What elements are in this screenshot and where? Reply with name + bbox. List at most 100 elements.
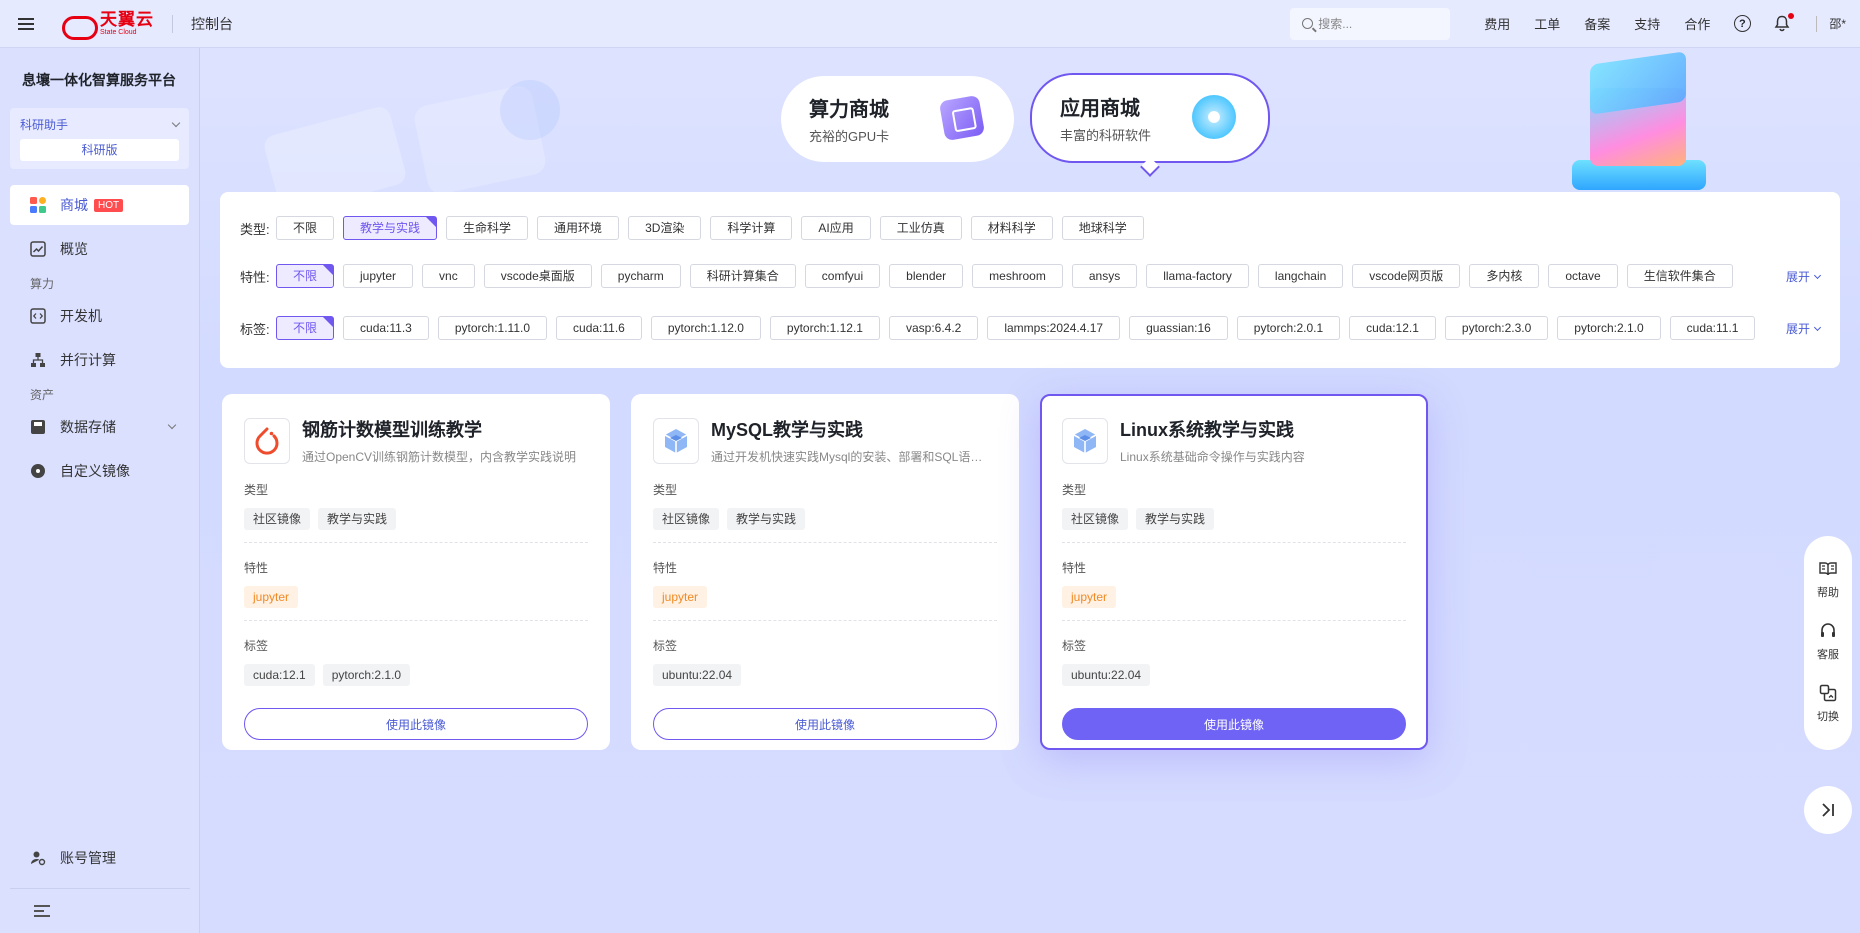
image-card[interactable]: 钢筋计数模型训练教学 通过OpenCV训练钢筋计数模型，内含教学实践说明 类型 … (222, 394, 610, 750)
menu-icon[interactable] (0, 0, 52, 48)
card-title: MySQL教学与实践 (711, 420, 864, 440)
type-tag: 社区镜像 (1062, 508, 1129, 530)
section-label: 类型 (1062, 483, 1087, 497)
filter-tag[interactable]: 多内核 (1469, 264, 1540, 288)
sidebar-item-label: 商城 (60, 197, 88, 213)
sidebar-item-label: 概览 (60, 241, 88, 257)
image-card[interactable]: MySQL教学与实践 通过开发机快速实践Mysql的安装、部署和SQL语句操作 … (631, 394, 1019, 750)
filter-tag[interactable]: ansys (1071, 264, 1138, 288)
account-label: 账号管理 (60, 850, 116, 866)
use-image-button[interactable]: 使用此镜像 (1062, 708, 1406, 740)
sidebar-item-parallel[interactable]: 并行计算 (10, 340, 189, 380)
filter-tag[interactable]: 通用环境 (537, 216, 620, 240)
filter-tag[interactable]: pytorch:2.0.1 (1236, 316, 1341, 340)
filter-tag[interactable]: 工业仿真 (879, 216, 962, 240)
filter-tag[interactable]: lammps:2024.4.17 (987, 316, 1121, 340)
filter-tag[interactable]: pytorch:1.12.1 (769, 316, 880, 340)
sidebar-item-custom-image[interactable]: 自定义镜像 (10, 451, 189, 491)
feature-tag: jupyter (244, 586, 299, 608)
sidebar-item-storage[interactable]: 数据存储 (10, 407, 189, 447)
filter-tag-selected[interactable]: 教学与实践 (343, 216, 438, 240)
filter-tag[interactable]: cuda:11.3 (343, 316, 429, 340)
store-subtitle: 丰富的科研软件 (1060, 128, 1152, 143)
chevron-down-icon (171, 118, 181, 127)
section-label: 类型 (653, 483, 678, 497)
assistant-selector[interactable]: 科研助手 科研版 (10, 108, 189, 169)
filter-tag[interactable]: 生命科学 (446, 216, 529, 240)
filter-tag[interactable]: 3D渲染 (628, 216, 702, 240)
filter-tag[interactable]: vscode网页版 (1352, 264, 1461, 288)
expand-label: 展开 (1785, 270, 1810, 284)
filter-tag-selected[interactable]: 不限 (276, 264, 335, 288)
sidebar-item-devmachine[interactable]: 开发机 (10, 296, 189, 336)
hot-badge: HOT (94, 198, 124, 212)
bell-icon[interactable] (1773, 12, 1795, 33)
filter-tag[interactable]: pytorch:1.11.0 (437, 316, 548, 340)
filter-tag[interactable]: AI应用 (801, 216, 871, 240)
use-image-button[interactable]: 使用此镜像 (244, 708, 588, 740)
image-card-hovered[interactable]: Linux系统教学与实践 Linux系统基础命令操作与实践内容 类型 社区镜像教… (1040, 394, 1428, 750)
app-store-card[interactable]: 应用商城 丰富的科研软件 (1030, 73, 1270, 163)
filter-tag[interactable]: vscode桌面版 (483, 264, 592, 288)
cube-logo-icon (653, 417, 699, 464)
support-link[interactable]: 支持 (1634, 14, 1660, 33)
collapse-sidebar-icon[interactable] (34, 905, 50, 919)
logo-main-text: 天翼云 (100, 10, 154, 29)
compute-store-card[interactable]: 算力商城 充裕的GPU卡 (781, 76, 1014, 162)
filter-tag[interactable]: guassian:16 (1129, 316, 1228, 340)
partner-link[interactable]: 合作 (1684, 14, 1710, 33)
filter-tag[interactable]: 不限 (276, 216, 335, 240)
help-button[interactable]: 帮助 (1817, 560, 1839, 600)
banner-cube-illustration (1572, 51, 1706, 190)
user-name[interactable]: 邵* (1829, 15, 1846, 32)
filter-tag[interactable]: octave (1548, 264, 1618, 288)
filter-tag[interactable]: comfyui (804, 264, 881, 288)
filter-tag[interactable]: 材料科学 (970, 216, 1053, 240)
filter-tag[interactable]: jupyter (343, 264, 414, 288)
top-header: 天翼云 State Cloud 控制台 搜索... 费用 工单 备案 支持 合作… (0, 0, 1860, 48)
filter-tag[interactable]: meshroom (972, 264, 1063, 288)
pytorch-logo-icon (244, 417, 290, 464)
filter-tag-selected[interactable]: 不限 (276, 316, 335, 340)
sidebar-item-store[interactable]: 商城 HOT (10, 185, 189, 225)
filter-tag[interactable]: cuda:11.1 (1669, 316, 1756, 340)
nav-group-assets: 资产 (30, 388, 55, 402)
filter-tag[interactable]: pytorch:2.3.0 (1444, 316, 1549, 340)
header-divider (172, 14, 173, 33)
filter-tag[interactable]: vasp:6.4.2 (888, 316, 979, 340)
section-label: 标签 (653, 639, 678, 653)
filter-tag[interactable]: pytorch:1.12.0 (650, 316, 761, 340)
filter-tag[interactable]: vnc (422, 264, 475, 288)
filter-tag[interactable]: cuda:11.6 (556, 316, 642, 340)
float-label: 客服 (1817, 649, 1839, 661)
disc-icon (30, 463, 46, 479)
sidebar-item-overview[interactable]: 概览 (10, 229, 189, 269)
filter-tag[interactable]: pycharm (600, 264, 681, 288)
collapse-panel-icon[interactable] (1804, 786, 1852, 834)
expand-tags-button[interactable]: 展开 (1786, 320, 1822, 337)
switch-button[interactable]: 切换 (1817, 684, 1839, 724)
filter-tag[interactable]: blender (889, 264, 964, 288)
logo[interactable]: 天翼云 State Cloud (60, 10, 154, 40)
filter-tag[interactable]: cuda:12.1 (1349, 316, 1436, 340)
filter-tag[interactable]: 科研计算集合 (689, 264, 796, 288)
filter-tag[interactable]: pytorch:2.1.0 (1557, 316, 1661, 340)
filter-tag[interactable]: 生信软件集合 (1626, 264, 1733, 288)
card-title: 钢筋计数模型训练教学 (302, 420, 482, 440)
use-image-button[interactable]: 使用此镜像 (653, 708, 997, 740)
filter-tag[interactable]: 科学计算 (710, 216, 793, 240)
type-filter-row: 类型: 不限 教学与实践 生命科学 通用环境 3D渲染 科学计算 AI应用 工业… (240, 216, 1153, 240)
billing-link[interactable]: 费用 (1484, 14, 1510, 33)
filter-tag[interactable]: 地球科学 (1061, 216, 1144, 240)
console-link[interactable]: 控制台 (191, 14, 233, 34)
filing-link[interactable]: 备案 (1584, 14, 1610, 33)
filter-tag[interactable]: llama-factory (1146, 264, 1249, 288)
ticket-link[interactable]: 工单 (1534, 14, 1560, 33)
help-icon[interactable]: ? (1733, 15, 1751, 33)
search-placeholder: 搜索... (1318, 17, 1353, 31)
search-input[interactable]: 搜索... (1290, 7, 1451, 40)
expand-features-button[interactable]: 展开 (1785, 268, 1822, 285)
customer-service-button[interactable]: 客服 (1817, 622, 1839, 662)
filter-tag[interactable]: langchain (1257, 264, 1344, 288)
sidebar-item-account[interactable]: 账号管理 (0, 838, 200, 878)
